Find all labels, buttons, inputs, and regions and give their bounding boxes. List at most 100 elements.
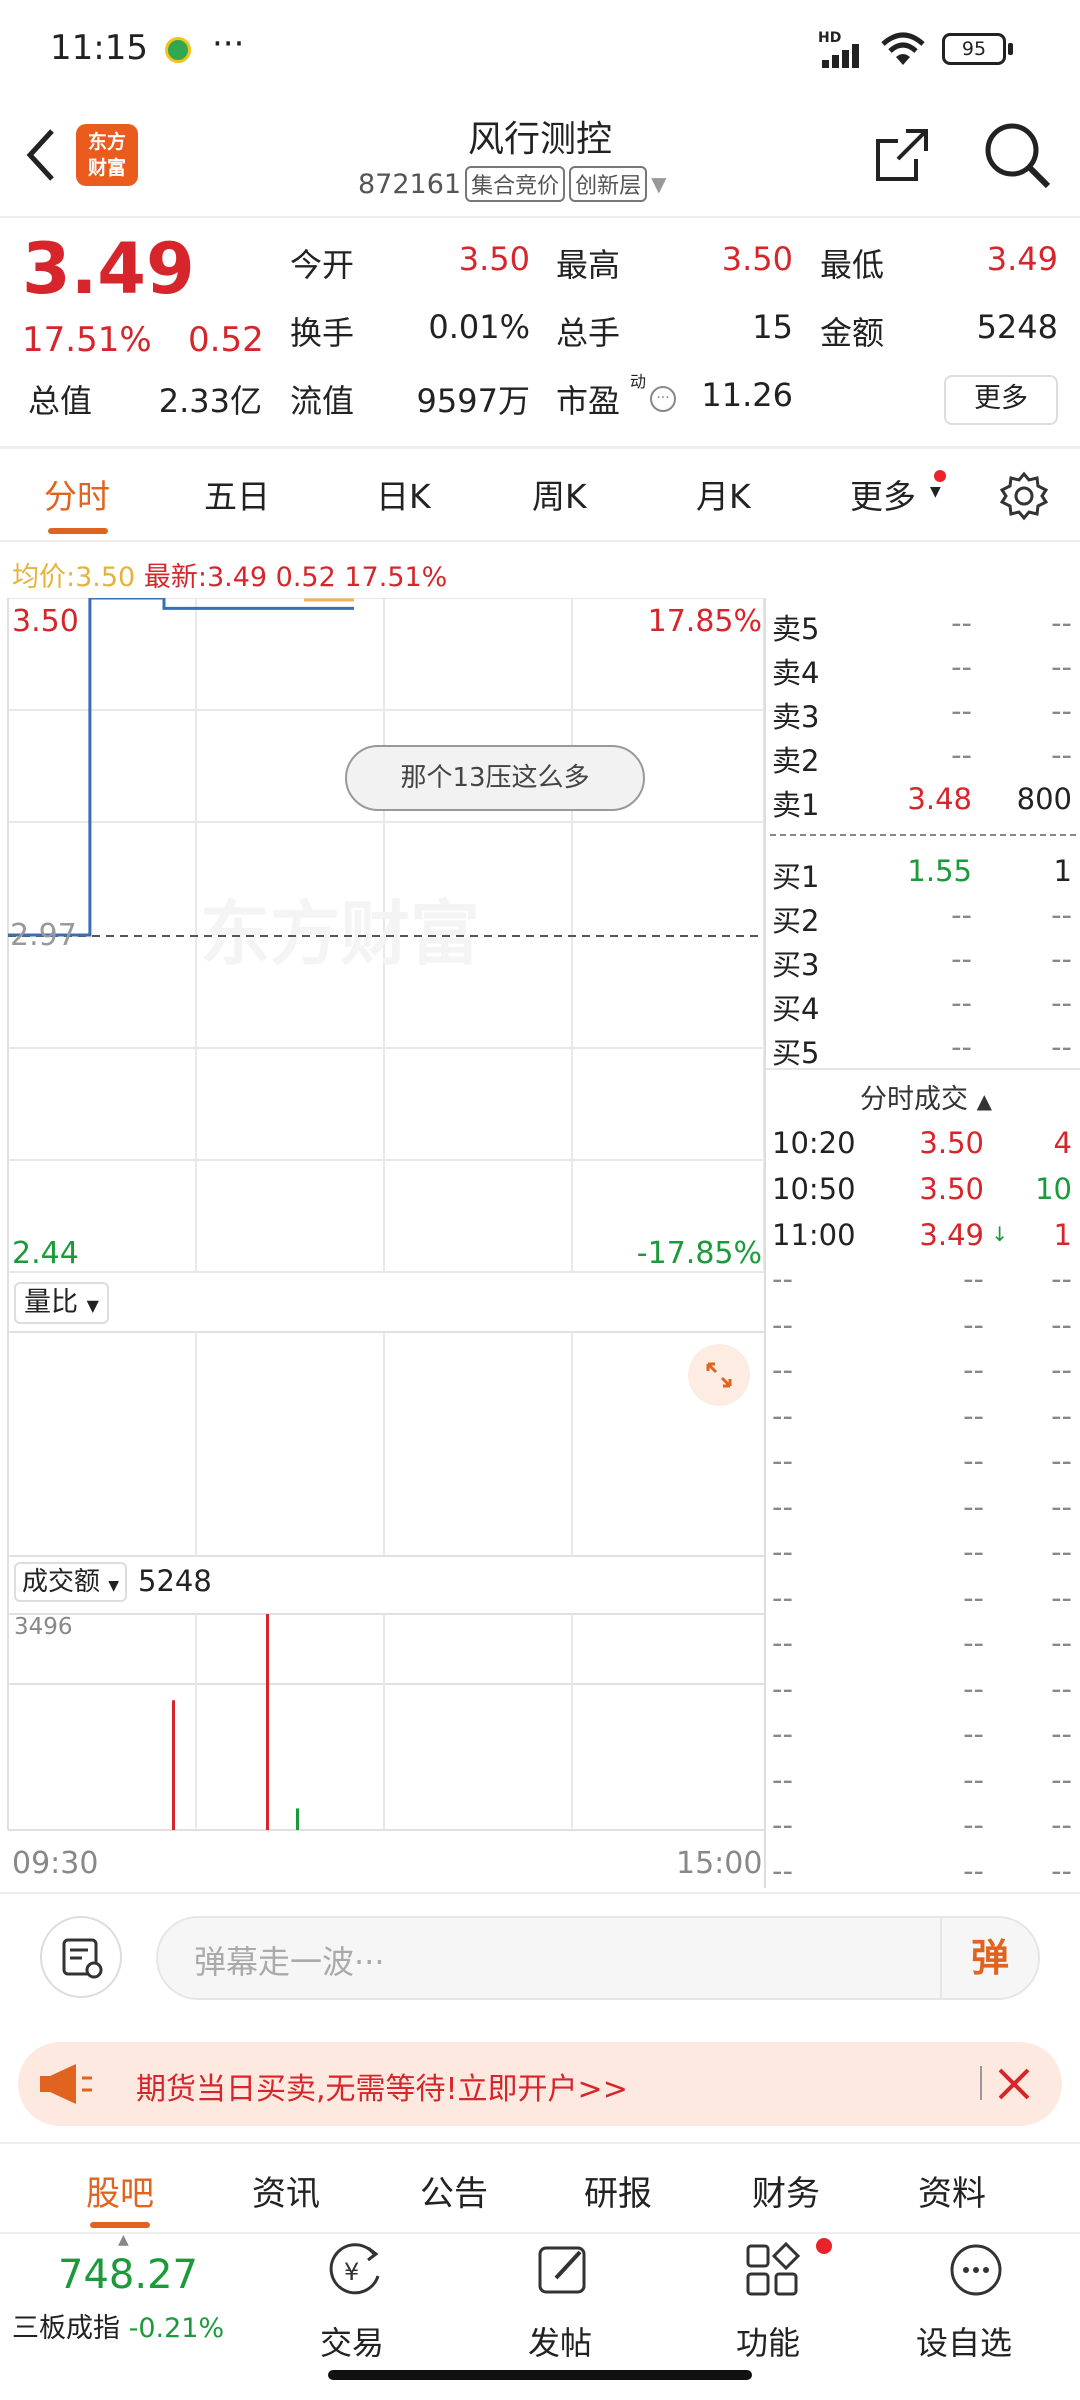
ask-row[interactable]: 卖2 -- -- — [772, 738, 1072, 782]
quote-value: 3.50 — [458, 240, 530, 278]
watchlist-icon[interactable] — [946, 2240, 1006, 2304]
subtab-item[interactable]: 财务 — [752, 2166, 820, 2215]
tab-monthly-k[interactable]: 月K — [696, 470, 751, 518]
bid-row[interactable]: 买2 -- -- — [772, 898, 1072, 942]
search-icon[interactable] — [982, 120, 1052, 194]
bid-volume: -- — [1051, 986, 1072, 1020]
quote-value: 15 — [752, 308, 793, 346]
empty-cell: -- — [772, 1489, 793, 1524]
share-icon[interactable] — [872, 125, 932, 189]
nav-post[interactable]: 发帖 — [528, 2318, 592, 2364]
nav-features[interactable]: 功能 — [736, 2318, 800, 2364]
bid-price: -- — [951, 898, 972, 932]
tab-five-day[interactable]: 五日 — [204, 470, 270, 518]
bid-row[interactable]: 买3 -- -- — [772, 942, 1072, 986]
settings-gear-icon[interactable] — [998, 470, 1050, 526]
vol-ratio-selector[interactable]: 量比 ▼ — [14, 1282, 109, 1324]
ask-row[interactable]: 卖3 -- -- — [772, 694, 1072, 738]
tab-daily-k[interactable]: 日K — [376, 470, 431, 518]
empty-cell: -- — [772, 1262, 793, 1296]
trade-row: 10:20 3.50 4 — [772, 1126, 1072, 1171]
bid-row[interactable]: 买4 -- -- — [772, 986, 1072, 1030]
trades-title[interactable]: 分时成交 ▲ — [860, 1077, 992, 1116]
empty-cell: -- — [963, 1580, 984, 1615]
trade-volume: 1 — [1053, 1218, 1072, 1252]
subtab-item[interactable]: 研报 — [584, 2166, 652, 2215]
caret-up-icon: ▲ — [976, 1089, 992, 1113]
expand-icon[interactable] — [688, 1344, 750, 1406]
pe-info-icon[interactable]: ··· — [650, 386, 676, 412]
empty-cell: -- — [1051, 1489, 1072, 1524]
y-mid-label: 2.97 — [10, 918, 77, 953]
note-icon[interactable] — [40, 1916, 122, 1998]
ask-level: 卖2 — [772, 744, 820, 778]
trade-row-empty: -- -- -- — [772, 1490, 1072, 1535]
more-caret-icon: ▼ — [930, 484, 941, 500]
amount-bar — [172, 1700, 175, 1830]
features-icon[interactable] — [742, 2240, 802, 2304]
bid-row[interactable]: 买1 1.55 1 — [772, 854, 1072, 898]
tab-weekly-k[interactable]: 周K — [532, 470, 587, 518]
avg-label: 均价: — [12, 562, 76, 593]
trade-icon[interactable]: ¥ — [322, 2240, 388, 2304]
close-icon[interactable] — [996, 2066, 1032, 2106]
ask-level: 卖5 — [772, 612, 820, 646]
danmaku-send-button[interactable]: 弹 — [940, 1918, 1038, 1998]
trade-volume: 10 — [1035, 1172, 1072, 1206]
ask-row[interactable]: 卖4 -- -- — [772, 650, 1072, 694]
ask-price: -- — [951, 606, 972, 640]
trade-row-empty: -- -- -- — [772, 1763, 1072, 1808]
index-info: 三板成指 -0.21% — [12, 2306, 224, 2345]
subtab-item[interactable]: 资料 — [918, 2166, 986, 2215]
ask-volume: 800 — [1016, 782, 1072, 816]
dropdown-caret-icon[interactable]: ▼ — [651, 172, 666, 196]
bid-volume: -- — [1051, 1030, 1072, 1064]
time-end-label: 15:00 — [676, 1846, 763, 1881]
tab-more[interactable]: 更多 — [850, 470, 916, 518]
trade-row-empty: -- -- -- — [772, 1808, 1072, 1853]
amount-value: 5248 — [138, 1564, 212, 1598]
amount-selector[interactable]: 成交额 ▼ — [14, 1562, 128, 1602]
ask-price: -- — [951, 738, 972, 772]
bid-level: 买1 — [772, 860, 820, 894]
ask-row[interactable]: 卖1 3.48 800 — [772, 782, 1072, 826]
trade-row-empty: -- -- -- — [772, 1717, 1072, 1762]
trade-row-empty: -- -- -- — [772, 1262, 1072, 1307]
subtab-item[interactable]: 股吧 — [86, 2166, 154, 2215]
trade-time: 11:00 — [772, 1218, 856, 1252]
bid-price: -- — [951, 1030, 972, 1064]
nav-trade[interactable]: 交易 — [320, 2318, 384, 2364]
empty-cell: -- — [772, 1580, 793, 1615]
trade-row-empty: -- -- -- — [772, 1672, 1072, 1717]
empty-cell: -- — [1051, 1353, 1072, 1387]
post-icon[interactable] — [534, 2240, 594, 2304]
empty-cell: -- — [963, 1398, 984, 1433]
empty-cell: -- — [772, 1353, 793, 1387]
last-change: 0.52 — [275, 562, 336, 593]
danmaku-bubble[interactable]: 那个13压这么多 — [345, 745, 645, 811]
up-caret-icon: ▲ — [118, 2232, 129, 2248]
index-value[interactable]: 748.27 — [58, 2252, 198, 2298]
y-bot-label: 2.44 — [12, 1236, 79, 1271]
subtab-item[interactable]: 公告 — [420, 2166, 488, 2215]
more-quote-button[interactable]: 更多 — [944, 375, 1058, 425]
empty-cell: -- — [963, 1489, 984, 1524]
vol-ratio-caret-icon: ▼ — [86, 1296, 99, 1315]
price-info-line: 均价:3.50 最新:3.49 0.52 17.51% — [12, 555, 447, 594]
empty-cell: -- — [963, 1626, 984, 1660]
ask-volume: -- — [1051, 738, 1072, 772]
trade-row: 11:00 3.49 1 ↓ — [772, 1218, 1072, 1263]
nav-add-watchlist[interactable]: 设自选 — [916, 2318, 1012, 2364]
subtab-item[interactable]: 资讯 — [252, 2166, 320, 2215]
tab-intraday[interactable]: 分时 — [44, 470, 110, 518]
empty-cell: -- — [1051, 1398, 1072, 1433]
pct-bot-label: -17.85% — [636, 1236, 762, 1271]
empty-cell: -- — [772, 1626, 793, 1660]
ask-row[interactable]: 卖5 -- -- — [772, 606, 1072, 650]
quote-value: 0.01% — [428, 308, 530, 346]
trade-volume: 4 — [1053, 1126, 1072, 1160]
quote-value: 3.49 — [986, 240, 1058, 278]
bid-level: 买3 — [772, 948, 820, 982]
bid-volume: 1 — [1053, 854, 1072, 888]
empty-cell: -- — [1051, 1626, 1072, 1660]
